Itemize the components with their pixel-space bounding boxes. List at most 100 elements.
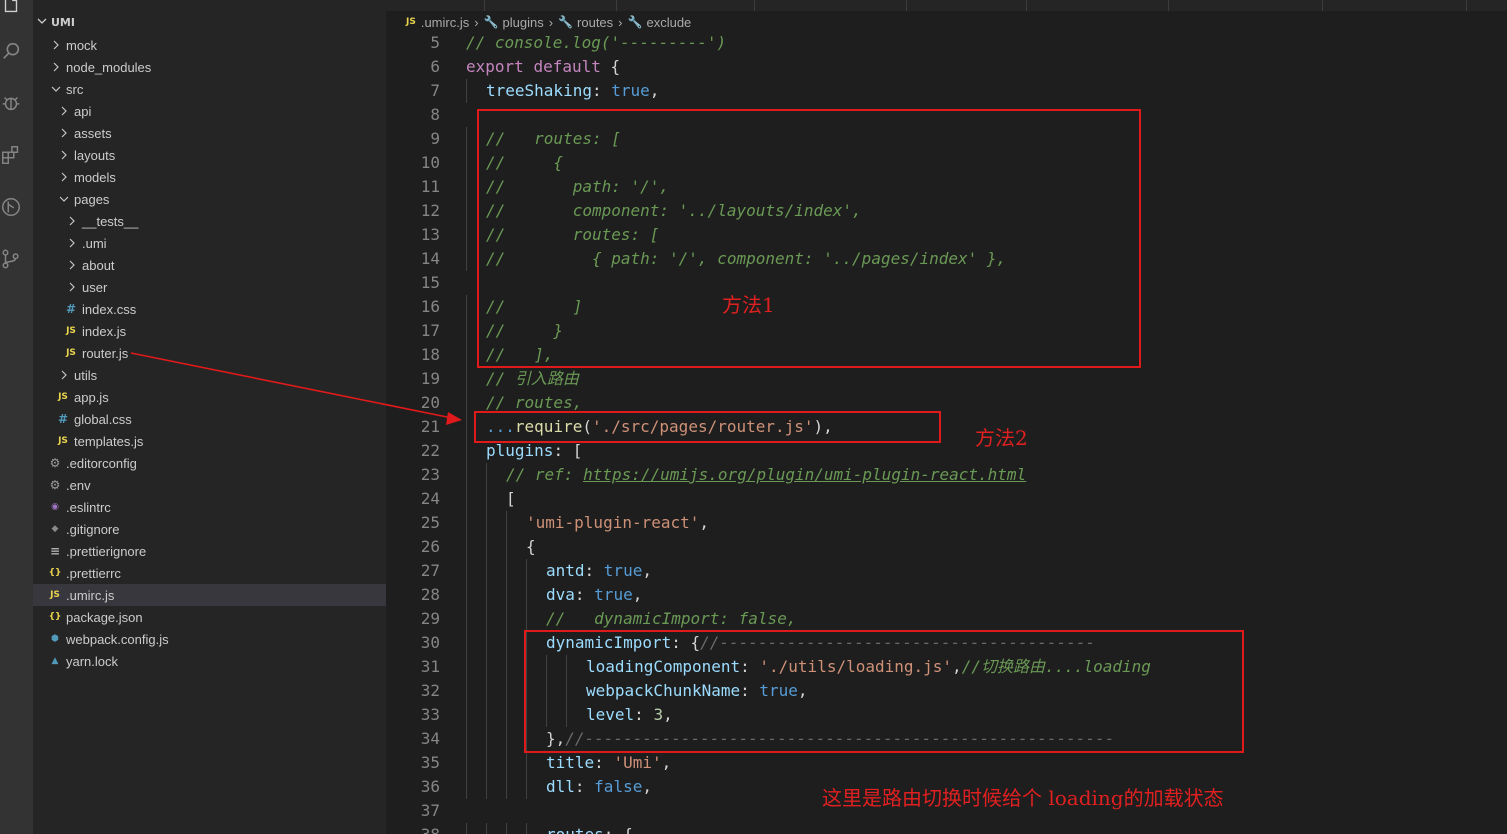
- tree-item[interactable]: .umi: [33, 232, 386, 254]
- editor-tabs[interactable]: [386, 0, 1507, 11]
- tree-item[interactable]: {} package.json: [33, 606, 386, 628]
- code-line: 28 dva: true,: [386, 583, 1507, 607]
- js-file-icon: JS: [58, 392, 68, 402]
- breadcrumb-file[interactable]: .umirc.js: [421, 15, 469, 30]
- indent-guide: [506, 655, 507, 679]
- indent-guide: [506, 679, 507, 703]
- tree-item[interactable]: JS index.js: [33, 320, 386, 342]
- tree-item[interactable]: mock: [33, 34, 386, 56]
- indent-guide: [466, 127, 467, 151]
- line-number: 15: [420, 273, 440, 292]
- line-number: 34: [420, 729, 440, 748]
- chevron-right-icon: [58, 128, 70, 138]
- line-number: 19: [420, 369, 440, 388]
- tree-item[interactable]: ≡ .prettierignore: [33, 540, 386, 562]
- tree-item-label: app.js: [74, 389, 109, 405]
- timeline-icon[interactable]: [0, 194, 22, 220]
- debug-icon[interactable]: [0, 90, 22, 116]
- breadcrumb-exclude[interactable]: exclude: [646, 15, 691, 30]
- code-text: export default {: [466, 57, 621, 76]
- wrench-icon: 🔧: [558, 15, 574, 29]
- tree-item[interactable]: pages: [33, 188, 386, 210]
- explorer-icon[interactable]: [0, 0, 22, 18]
- source-control-icon[interactable]: [0, 246, 22, 272]
- tree-item-label: models: [74, 169, 116, 185]
- line-number: 13: [420, 225, 440, 244]
- line-number: 12: [420, 201, 440, 220]
- line-number: 18: [420, 345, 440, 364]
- chevron-right-icon: ›: [474, 14, 479, 30]
- indent-guide: [466, 391, 467, 415]
- line-number: 36: [420, 777, 440, 796]
- tree-item-label: assets: [74, 125, 112, 141]
- tree-item[interactable]: models: [33, 166, 386, 188]
- tree-item[interactable]: utils: [33, 364, 386, 386]
- js-file-icon: JS: [58, 436, 68, 446]
- indent-guide: [506, 751, 507, 775]
- tree-item-label: yarn.lock: [66, 653, 119, 669]
- tree-item[interactable]: __tests__: [33, 210, 386, 232]
- code-line: 29 // dynamicImport: false,: [386, 607, 1507, 631]
- tree-item[interactable]: user: [33, 276, 386, 298]
- dynamic-import-box: [524, 630, 1244, 753]
- code-line: 6 export default {: [386, 55, 1507, 79]
- code-line: 25 'umi-plugin-react',: [386, 511, 1507, 535]
- tree-item[interactable]: ◉ .eslintrc: [33, 496, 386, 518]
- js-file-icon: JS: [406, 17, 416, 27]
- tree-item[interactable]: JS router.js: [33, 342, 386, 364]
- tree-item[interactable]: ▲ yarn.lock: [33, 650, 386, 672]
- indent-guide: [466, 607, 467, 631]
- breadcrumb-routes[interactable]: routes: [577, 15, 613, 30]
- tree-item-label: .editorconfig: [66, 455, 137, 471]
- code-text: // dynamicImport: false,: [546, 609, 797, 628]
- indent-guide: [486, 535, 487, 559]
- tree-item[interactable]: JS app.js: [33, 386, 386, 408]
- indent-guide: [486, 775, 487, 799]
- chevron-right-icon: [66, 282, 78, 292]
- line-number: 20: [420, 393, 440, 412]
- tree-item[interactable]: ⬢ webpack.config.js: [33, 628, 386, 650]
- indent-guide: [486, 823, 487, 834]
- tree-item[interactable]: ⚙ .editorconfig: [33, 452, 386, 474]
- js-file-icon: JS: [66, 326, 76, 336]
- tree-item[interactable]: ⚙ .env: [33, 474, 386, 496]
- indent-guide: [506, 583, 507, 607]
- breadcrumb-plugins[interactable]: plugins: [503, 15, 544, 30]
- tree-item[interactable]: layouts: [33, 144, 386, 166]
- tree-item[interactable]: {} .prettierrc: [33, 562, 386, 584]
- indent-guide: [506, 631, 507, 655]
- indent-guide: [466, 679, 467, 703]
- line-number: 14: [420, 249, 440, 268]
- line-number: 29: [420, 609, 440, 628]
- extensions-icon[interactable]: [0, 142, 22, 168]
- code-line: 5 // console.log('---------'): [386, 33, 1507, 55]
- tree-item[interactable]: # global.css: [33, 408, 386, 430]
- indent-guide: [466, 319, 467, 343]
- tree-item[interactable]: about: [33, 254, 386, 276]
- indent-guide: [486, 487, 487, 511]
- tree-item[interactable]: src: [33, 78, 386, 100]
- indent-guide: [486, 559, 487, 583]
- tree-item[interactable]: node_modules: [33, 56, 386, 78]
- indent-guide: [506, 703, 507, 727]
- code-text: dva: true,: [546, 585, 643, 604]
- tree-item-label: .umi: [82, 235, 107, 251]
- tree-item-label: index.js: [82, 323, 127, 339]
- tree-item[interactable]: JS templates.js: [33, 430, 386, 452]
- line-number: 9: [430, 129, 440, 148]
- explorer-header[interactable]: UMI: [33, 11, 386, 33]
- indent-guide: [466, 631, 467, 655]
- tree-item[interactable]: assets: [33, 122, 386, 144]
- indent-guide: [466, 559, 467, 583]
- tree-item[interactable]: # index.css: [33, 298, 386, 320]
- tree-item[interactable]: api: [33, 100, 386, 122]
- tree-item[interactable]: ◆ .gitignore: [33, 518, 386, 540]
- line-number: 35: [420, 753, 440, 772]
- indent-guide: [486, 511, 487, 535]
- indent-guide: [486, 679, 487, 703]
- search-icon[interactable]: [0, 38, 22, 64]
- indent-guide: [466, 487, 467, 511]
- chevron-right-icon: [58, 106, 70, 116]
- tree-item-label: .prettierrc: [66, 565, 121, 581]
- tree-item[interactable]: JS .umirc.js: [33, 584, 386, 606]
